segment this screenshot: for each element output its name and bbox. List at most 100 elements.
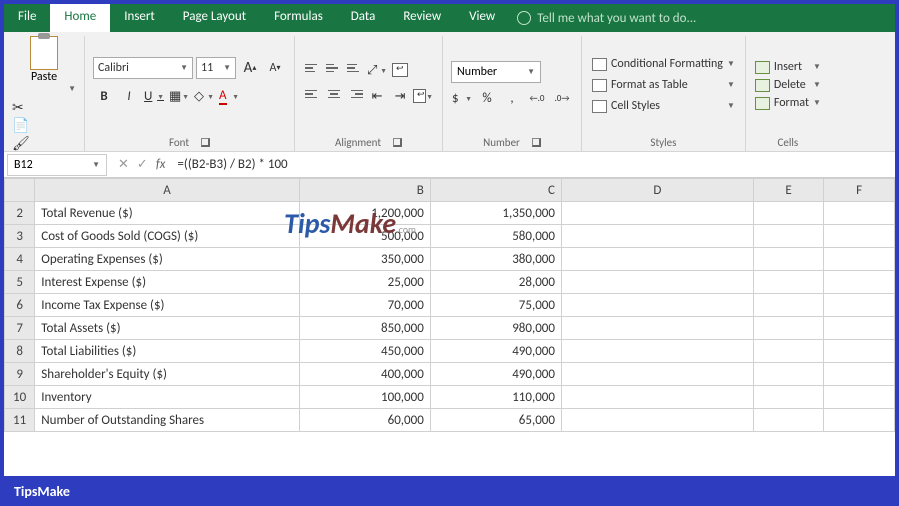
cell[interactable] xyxy=(561,271,753,294)
cell[interactable]: Shareholder's Equity ($) xyxy=(35,363,299,386)
row-header[interactable]: 4 xyxy=(5,248,35,271)
cell[interactable] xyxy=(824,340,895,363)
cell[interactable] xyxy=(561,409,753,432)
cell[interactable] xyxy=(753,363,824,386)
cell[interactable] xyxy=(561,202,753,225)
row-header[interactable]: 11 xyxy=(5,409,35,432)
row-header[interactable]: 7 xyxy=(5,317,35,340)
cell[interactable] xyxy=(824,248,895,271)
conditional-formatting-button[interactable]: Conditional Formatting▼ xyxy=(590,55,737,73)
formula-input[interactable]: =((B2-B3) / B2) * 100 xyxy=(171,157,895,172)
cell[interactable] xyxy=(824,409,895,432)
cell[interactable]: 580,000 xyxy=(430,225,561,248)
tab-formulas[interactable]: Formulas xyxy=(260,4,337,32)
worksheet[interactable]: TipsMake.com ABCDEF 2Total Revenue ($)1,… xyxy=(4,178,895,476)
cell[interactable] xyxy=(561,294,753,317)
align-top-button[interactable] xyxy=(303,59,323,77)
cell[interactable]: 980,000 xyxy=(430,317,561,340)
cell[interactable] xyxy=(753,409,824,432)
column-header[interactable] xyxy=(5,179,35,202)
format-as-table-button[interactable]: Format as Table▼ xyxy=(590,76,737,94)
row-header[interactable]: 10 xyxy=(5,386,35,409)
dialog-launcher-icon[interactable] xyxy=(393,138,402,147)
cell[interactable] xyxy=(824,363,895,386)
cell[interactable]: Total Liabilities ($) xyxy=(35,340,299,363)
cell[interactable] xyxy=(561,248,753,271)
align-right-button[interactable] xyxy=(345,85,365,103)
cell[interactable]: Cost of Goods Sold (COGS) ($) xyxy=(35,225,299,248)
increase-font-button[interactable]: A▴ xyxy=(239,57,261,79)
paste-button[interactable]: Paste ▼ xyxy=(12,36,76,94)
cell[interactable]: 25,000 xyxy=(299,271,430,294)
column-header[interactable]: C xyxy=(430,179,561,202)
copy-button[interactable]: 📄 xyxy=(12,117,27,132)
cell[interactable] xyxy=(561,317,753,340)
cell[interactable] xyxy=(824,271,895,294)
currency-button[interactable]: $▼ xyxy=(451,88,473,110)
cell[interactable] xyxy=(753,202,824,225)
cell[interactable]: Income Tax Expense ($) xyxy=(35,294,299,317)
tell-me-search[interactable]: Tell me what you want to do... xyxy=(517,4,696,32)
cell[interactable] xyxy=(561,340,753,363)
column-header[interactable]: B xyxy=(299,179,430,202)
cell[interactable]: 490,000 xyxy=(430,363,561,386)
format-painter-button[interactable]: 🖌 xyxy=(12,135,27,150)
merge-button[interactable]: ▼ xyxy=(412,85,434,107)
row-header[interactable]: 6 xyxy=(5,294,35,317)
align-center-button[interactable] xyxy=(324,85,344,103)
row-header[interactable]: 8 xyxy=(5,340,35,363)
comma-button[interactable]: , xyxy=(501,88,523,110)
cell[interactable]: 65,000 xyxy=(430,409,561,432)
cell[interactable]: 110,000 xyxy=(430,386,561,409)
cell[interactable]: 850,000 xyxy=(299,317,430,340)
cell[interactable] xyxy=(824,386,895,409)
delete-cells-button[interactable]: Delete▼ xyxy=(754,77,822,93)
column-header[interactable]: A xyxy=(35,179,299,202)
dialog-launcher-icon[interactable] xyxy=(201,138,210,147)
cell[interactable] xyxy=(561,363,753,386)
percent-button[interactable]: % xyxy=(476,88,498,110)
cell[interactable]: Interest Expense ($) xyxy=(35,271,299,294)
wrap-text-button[interactable] xyxy=(389,59,411,81)
decrease-font-button[interactable]: A▾ xyxy=(264,57,286,79)
cell[interactable]: 60,000 xyxy=(299,409,430,432)
increase-indent-button[interactable]: ⇥ xyxy=(389,85,411,107)
fx-icon[interactable]: fx xyxy=(156,157,166,172)
bold-button[interactable]: B xyxy=(93,85,115,107)
cell-styles-button[interactable]: Cell Styles▼ xyxy=(590,97,737,115)
cell[interactable] xyxy=(753,294,824,317)
tab-view[interactable]: View xyxy=(455,4,509,32)
cell[interactable] xyxy=(561,386,753,409)
align-bottom-button[interactable] xyxy=(345,59,365,77)
cell[interactable]: 1,200,000 xyxy=(299,202,430,225)
align-left-button[interactable] xyxy=(303,85,323,103)
cut-button[interactable]: ✂ xyxy=(12,99,27,114)
row-header[interactable]: 5 xyxy=(5,271,35,294)
tab-home[interactable]: Home xyxy=(50,4,110,32)
decrease-decimal-button[interactable]: .0→ xyxy=(551,88,573,110)
cell[interactable] xyxy=(753,340,824,363)
fill-color-button[interactable]: ◇▼ xyxy=(193,85,215,107)
dialog-launcher-icon[interactable] xyxy=(532,138,541,147)
font-color-button[interactable]: A▼ xyxy=(218,85,240,107)
number-format-combo[interactable]: Number▼ xyxy=(451,61,541,83)
cell[interactable]: Total Revenue ($) xyxy=(35,202,299,225)
row-header[interactable]: 2 xyxy=(5,202,35,225)
cell[interactable] xyxy=(561,225,753,248)
cell[interactable] xyxy=(753,317,824,340)
cell[interactable]: Number of Outstanding Shares xyxy=(35,409,299,432)
accept-formula-button[interactable]: ✓ xyxy=(137,157,148,172)
tab-file[interactable]: File xyxy=(4,4,50,32)
row-header[interactable]: 3 xyxy=(5,225,35,248)
tab-page-layout[interactable]: Page Layout xyxy=(169,4,260,32)
column-header[interactable]: D xyxy=(561,179,753,202)
cell[interactable]: Total Assets ($) xyxy=(35,317,299,340)
orientation-button[interactable]: ⤢▼ xyxy=(366,59,388,81)
italic-button[interactable]: I xyxy=(118,85,140,107)
cell[interactable]: 28,000 xyxy=(430,271,561,294)
cell[interactable]: 500,000 xyxy=(299,225,430,248)
decrease-indent-button[interactable]: ⇤ xyxy=(366,85,388,107)
cell[interactable] xyxy=(824,317,895,340)
cell[interactable] xyxy=(824,225,895,248)
cell[interactable]: 100,000 xyxy=(299,386,430,409)
